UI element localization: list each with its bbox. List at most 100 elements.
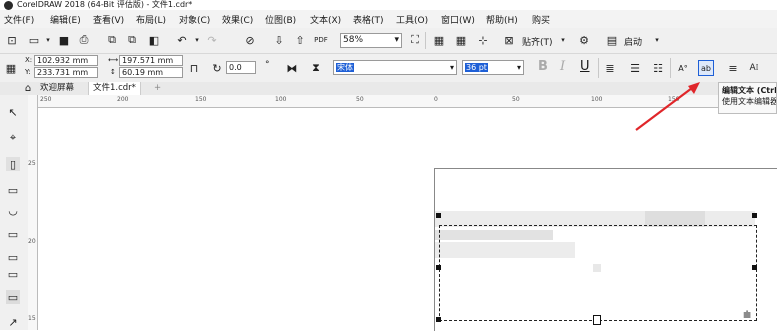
selection-handle[interactable] (752, 213, 757, 218)
edit-text-button[interactable]: ab (698, 60, 714, 76)
font-size-select[interactable]: 36 pt ▾ (462, 60, 524, 75)
y-position-field[interactable]: 233.731 mm (34, 67, 98, 78)
freehand-tool-icon[interactable]: ◡ (6, 203, 20, 217)
launch-button[interactable]: 启动 (624, 35, 642, 48)
new-tab-button[interactable]: + (150, 82, 165, 95)
chevron-down-icon: ▾ (449, 63, 454, 72)
bold-button[interactable]: B (538, 59, 548, 74)
lock-ratio-icon[interactable]: ⊓ (187, 61, 201, 75)
full-screen-preview-icon[interactable]: ⛶ (408, 33, 422, 47)
artistic-media-tool-icon[interactable]: ▭ (6, 227, 20, 241)
tooltip-title: 编辑文本 (Ctrl+Shift+T) (722, 86, 777, 95)
chevron-down-icon: ▾ (516, 63, 521, 72)
new-document-icon[interactable]: ⊡ (5, 33, 19, 47)
copy-icon[interactable]: ⧉ (125, 33, 139, 47)
tab-welcome-screen[interactable]: 欢迎屏幕 (36, 82, 78, 95)
height-field[interactable]: 60.19 mm (119, 67, 183, 78)
italic-button[interactable]: I (560, 59, 565, 74)
chevron-down-icon: ▾ (394, 35, 399, 45)
ruler-tick-label: 50 (512, 96, 520, 103)
show-grid-icon[interactable]: ▦ (454, 33, 468, 47)
ruler-tick-label: 25 (28, 160, 36, 167)
menu-text[interactable]: 文本(X) (310, 13, 341, 26)
zoom-tool-icon[interactable]: ▭ (6, 183, 20, 197)
pick-tool-icon[interactable]: ↖ (6, 105, 20, 119)
mirror-horizontal-icon[interactable]: ⧓ (285, 61, 299, 75)
drop-cap-icon[interactable]: ☷ (651, 61, 665, 75)
open-folder-icon[interactable]: ▭ (27, 33, 41, 47)
menu-edit[interactable]: 编辑(E) (50, 13, 81, 26)
menu-layout[interactable]: 布局(L) (136, 13, 166, 26)
width-field[interactable]: 197.571 mm (119, 55, 183, 66)
width-icon: ⟷ (108, 56, 119, 64)
snap-icon[interactable]: ⊠ (502, 33, 516, 47)
search-content-icon[interactable]: ⊘ (243, 33, 257, 47)
menu-effects[interactable]: 效果(C) (222, 13, 253, 26)
mirror-vertical-icon[interactable]: ⧗ (309, 61, 323, 75)
selection-handle[interactable] (436, 265, 441, 270)
home-icon[interactable]: ⌂ (22, 82, 34, 95)
font-name-value: 宋体 (336, 63, 354, 72)
snap-dropdown-icon[interactable]: ▾ (556, 33, 570, 47)
menu-buy[interactable]: 购买 (532, 13, 550, 26)
menu-bitmaps[interactable]: 位图(B) (265, 13, 296, 26)
save-icon[interactable]: ■ (57, 33, 71, 47)
ruler-tick-label: 20 (28, 238, 36, 245)
print-icon[interactable]: ⎙ (77, 33, 91, 47)
shape-tool-icon[interactable]: ⌖ (6, 131, 20, 145)
vertical-text-icon[interactable]: A⁞ (747, 61, 761, 75)
dropdown-arrow-icon[interactable]: ▾ (41, 33, 55, 47)
font-size-value: 36 pt (465, 63, 488, 72)
parallel-dimension-tool-icon[interactable]: ↗ (6, 315, 20, 329)
launch-dropdown-icon[interactable]: ▾ (650, 33, 664, 47)
menu-table[interactable]: 表格(T) (353, 13, 384, 26)
underline-button[interactable]: U (580, 59, 590, 74)
text-tool-icon[interactable]: ▭ (6, 290, 20, 304)
show-rulers-icon[interactable]: ▦ (432, 33, 446, 47)
export-icon[interactable]: ⇧ (293, 33, 307, 47)
ruler-tick-label: 250 (40, 96, 52, 103)
height-icon: ↕ (110, 68, 116, 76)
text-frame-selection[interactable] (439, 225, 757, 321)
rectangle-tool-icon[interactable]: ▭ (6, 250, 20, 264)
menu-window[interactable]: 窗口(W) (441, 13, 475, 26)
launch-app-icon[interactable]: ▤ (605, 33, 619, 47)
publish-pdf-icon[interactable]: PDF (314, 33, 328, 47)
selection-handle[interactable] (436, 317, 441, 322)
x-position-field[interactable]: 102.932 mm (34, 55, 98, 66)
redo-icon[interactable]: ↷ (205, 33, 219, 47)
text-properties-icon[interactable]: A° (676, 61, 690, 75)
menu-object[interactable]: 对象(C) (179, 13, 210, 26)
rotation-angle-field[interactable]: 0.0 (226, 61, 256, 74)
menu-help[interactable]: 帮助(H) (486, 13, 518, 26)
selection-handle[interactable] (436, 213, 441, 218)
text-flow-handle-icon[interactable]: ⩧ (743, 307, 751, 323)
import-icon[interactable]: ⇩ (272, 33, 286, 47)
snap-to-button[interactable]: 贴齐(T) (522, 35, 553, 48)
show-guidelines-icon[interactable]: ⊹ (476, 33, 490, 47)
text-frame-handle[interactable] (593, 315, 601, 325)
document-page[interactable]: ⩧ (434, 168, 777, 331)
zoom-level-select[interactable]: 58% ▾ (340, 33, 402, 48)
text-align-icon[interactable]: ≣ (603, 61, 617, 75)
undo-icon[interactable]: ↶ (175, 33, 189, 47)
standard-toolbar: ⊡ ▭ ▾ ■ ⎙ ⧉ ⧉ ◧ ↶ ▾ ↷ ⊘ ⇩ ⇧ PDF 58% ▾ ⛶ … (0, 28, 777, 54)
menu-view[interactable]: 查看(V) (93, 13, 124, 26)
y-label: Y: (25, 68, 31, 76)
menu-tools[interactable]: 工具(O) (396, 13, 428, 26)
ruler-tick-label: 150 (195, 96, 207, 103)
selection-handle[interactable] (752, 265, 757, 270)
vertical-ruler[interactable]: 25 20 15 (28, 95, 38, 330)
object-origin-icon[interactable]: ▦ (4, 61, 18, 75)
menu-file[interactable]: 文件(F) (4, 13, 34, 26)
paste-icon[interactable]: ◧ (147, 33, 161, 47)
horizontal-text-icon[interactable]: ≡ (726, 61, 740, 75)
crop-tool-icon[interactable]: ▯ (6, 157, 20, 171)
cut-icon[interactable]: ⧉ (105, 33, 119, 47)
font-list-select[interactable]: 宋体 ▾ (333, 60, 457, 75)
options-gear-icon[interactable]: ⚙ (577, 33, 591, 47)
bullet-list-icon[interactable]: ☰ (628, 61, 642, 75)
tab-document[interactable]: 文件1.cdr* (88, 82, 141, 95)
ellipse-tool-icon[interactable]: ▭ (6, 267, 20, 281)
undo-dropdown-icon[interactable]: ▾ (190, 33, 204, 47)
